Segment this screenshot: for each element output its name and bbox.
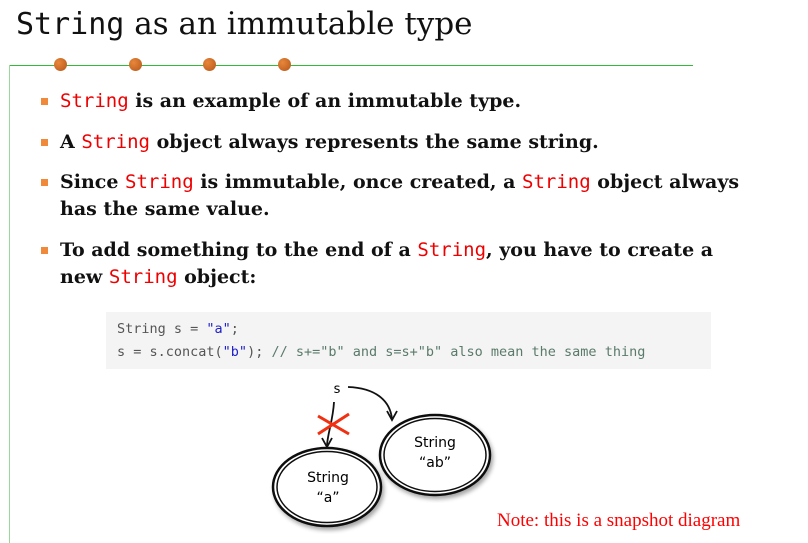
new-reference-arrow (347, 386, 393, 420)
snapshot-diagram: s String “ab” String “a” (271, 382, 492, 528)
object-type: String (414, 435, 456, 451)
object-a (271, 446, 383, 528)
variable-label: s (334, 382, 341, 397)
cross-icon (317, 412, 350, 436)
object-value: “a” (316, 490, 339, 506)
note-text: Note: this is a snapshot diagram (497, 510, 741, 531)
object-value: “ab” (419, 455, 451, 471)
object-type: String (307, 470, 349, 486)
